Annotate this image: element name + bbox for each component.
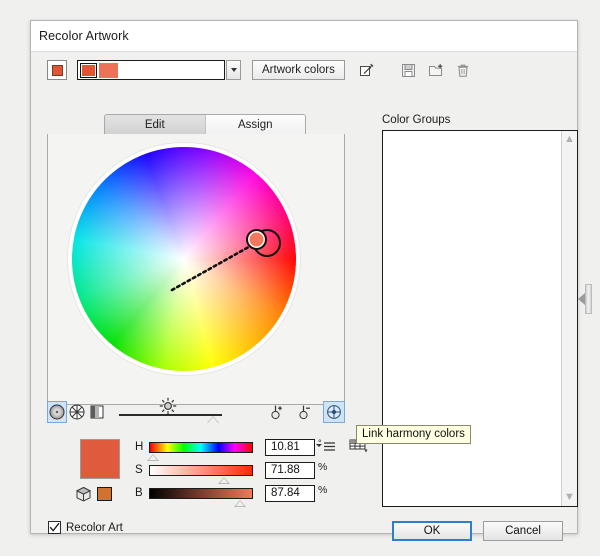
tooltip-text: Link harmony colors xyxy=(362,428,465,440)
harmony-marker-base[interactable] xyxy=(246,229,267,250)
save-icon[interactable] xyxy=(397,59,421,81)
add-color-icon[interactable] xyxy=(267,401,289,423)
secondary-color-swatch[interactable] xyxy=(97,487,112,501)
segmented-color-wheel-icon[interactable] xyxy=(67,401,87,423)
brightness-sun-icon xyxy=(159,397,177,420)
slider-menu-icon[interactable] xyxy=(315,440,337,459)
brightness-slider[interactable] xyxy=(119,398,212,426)
color-groups-list[interactable] xyxy=(383,131,561,506)
color-bars-icon[interactable] xyxy=(87,401,107,423)
tab-assign-label: Assign xyxy=(238,119,273,131)
color-preview-swatch[interactable] xyxy=(80,439,120,479)
color-mode-cube-icon[interactable] xyxy=(75,486,92,508)
chevron-down-icon[interactable] xyxy=(226,60,241,80)
saturation-gradient xyxy=(150,466,252,475)
tab-bar: Edit Assign xyxy=(104,114,306,135)
saturation-slider-handle[interactable] xyxy=(218,477,230,484)
cancel-button-label: Cancel xyxy=(505,525,541,537)
ok-button-label: OK xyxy=(424,525,441,537)
wheel-toolbar xyxy=(47,398,345,426)
trash-icon[interactable] xyxy=(451,59,475,81)
chevron-down-icon[interactable]: ▼ xyxy=(564,492,575,503)
screen: Recolor Artwork Artwork colors xyxy=(0,0,600,556)
brightness-slider-track[interactable] xyxy=(149,488,253,499)
current-color-swatch xyxy=(52,65,63,76)
ok-button[interactable]: OK xyxy=(392,521,472,541)
tooltip: Link harmony colors xyxy=(356,425,471,444)
saturation-value-input[interactable]: 71.88 xyxy=(265,462,315,479)
color-group-swatch-field[interactable] xyxy=(77,60,225,80)
recolor-art-checkbox[interactable]: Recolor Art xyxy=(48,521,123,534)
artwork-colors-dropdown[interactable]: Artwork colors xyxy=(252,60,345,80)
hue-label: H xyxy=(135,441,149,453)
saturation-label: S xyxy=(135,464,149,476)
brightness-value-input[interactable]: 87.84 xyxy=(265,485,315,502)
edit-pane: Edit Assign xyxy=(47,114,345,427)
panel-collapse-handle[interactable] xyxy=(577,278,599,320)
link-harmony-colors-icon[interactable] xyxy=(323,401,345,423)
slider-row-saturation: S 71.88 % xyxy=(135,461,327,479)
toolbar-icon-group xyxy=(355,59,475,81)
top-toolbar: Artwork colors xyxy=(31,52,577,88)
chevron-up-icon[interactable]: ▲ xyxy=(564,134,575,145)
color-wheel[interactable] xyxy=(72,147,296,371)
recolor-art-label: Recolor Art xyxy=(66,522,123,534)
brightness-label: B xyxy=(135,487,149,499)
hue-value-input[interactable]: 10.81 xyxy=(265,439,315,456)
swatch-selected[interactable] xyxy=(80,63,97,78)
saturation-unit: % xyxy=(318,461,327,473)
color-picker-icon[interactable] xyxy=(355,59,379,81)
color-groups-scrollbar[interactable]: ▲ ▼ xyxy=(561,131,577,506)
checkmark-icon[interactable] xyxy=(48,521,61,534)
tab-edit-label: Edit xyxy=(145,119,165,131)
color-editor: H 10.81 ° S 71.88 % B xyxy=(47,434,357,506)
hue-slider-track[interactable] xyxy=(149,442,253,453)
slider-row-hue: H 10.81 ° xyxy=(135,438,322,456)
brightness-slider-handle[interactable] xyxy=(234,500,246,507)
cancel-button[interactable]: Cancel xyxy=(483,521,563,541)
brightness-handle[interactable] xyxy=(207,416,219,423)
color-groups-panel[interactable]: ▲ ▼ xyxy=(382,130,578,507)
dialog-title: Recolor Artwork xyxy=(39,29,129,43)
collapse-grip xyxy=(585,284,592,314)
remove-color-icon[interactable] xyxy=(295,401,317,423)
color-groups-label: Color Groups xyxy=(382,114,450,126)
swatch-secondary[interactable] xyxy=(99,63,118,78)
smooth-color-wheel-icon[interactable] xyxy=(47,401,67,423)
saturation-slider-track[interactable] xyxy=(149,465,253,476)
artwork-colors-label: Artwork colors xyxy=(262,64,335,76)
triangle-left-icon xyxy=(578,293,585,305)
current-color-swatch-button[interactable] xyxy=(47,60,67,80)
dialog-titlebar: Recolor Artwork xyxy=(31,21,577,52)
recolor-artwork-dialog: Recolor Artwork Artwork colors xyxy=(30,20,578,534)
tab-assign[interactable]: Assign xyxy=(205,115,306,134)
new-folder-icon[interactable] xyxy=(424,59,448,81)
tab-edit[interactable]: Edit xyxy=(105,115,205,134)
brightness-gradient xyxy=(150,489,252,498)
hue-gradient xyxy=(150,443,252,452)
harmony-line xyxy=(72,147,296,371)
hue-slider-handle[interactable] xyxy=(147,454,159,461)
color-add-remove-group xyxy=(267,401,345,423)
brightness-unit: % xyxy=(318,484,327,496)
slider-row-brightness: B 87.84 % xyxy=(135,484,327,502)
color-wheel-panel xyxy=(47,134,345,405)
